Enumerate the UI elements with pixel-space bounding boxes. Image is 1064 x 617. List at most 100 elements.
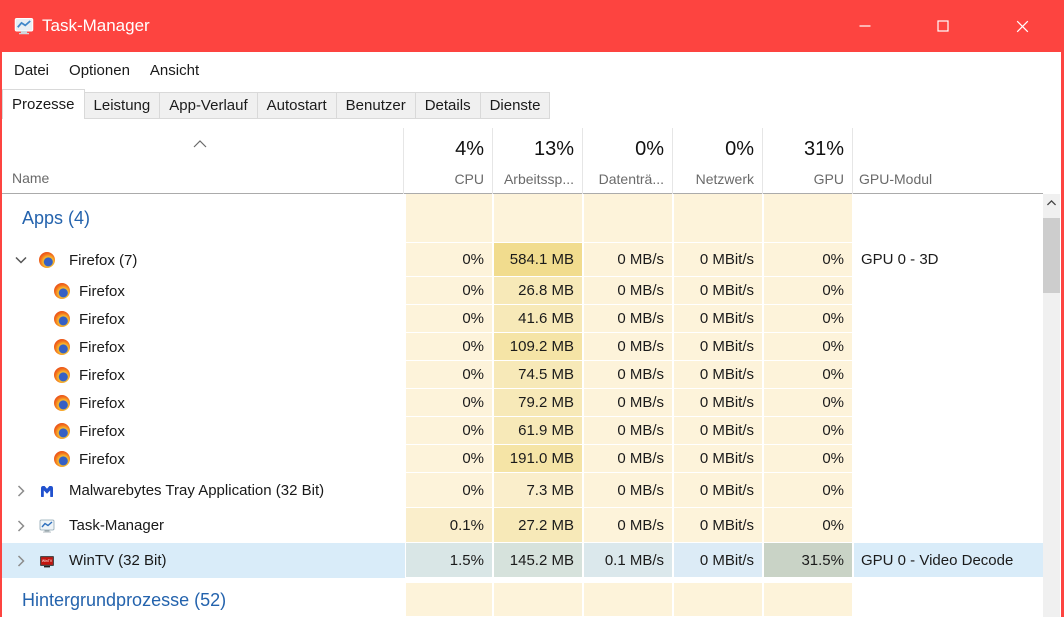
title-bar: Task-Manager [0, 0, 1064, 52]
process-row[interactable]: Firefox (7)0%584.1 MB0 MB/s0 MBit/s0%GPU… [2, 243, 1043, 277]
column-gpu-label: GPU [814, 171, 844, 187]
menu-item-ansicht[interactable]: Ansicht [140, 52, 209, 89]
disk-cell: 0 MB/s [584, 508, 674, 543]
disk-cell: 0.1 MB/s [584, 543, 674, 578]
tab-details[interactable]: Details [416, 92, 481, 119]
minimize-button[interactable] [842, 0, 888, 52]
expander-down-icon[interactable] [13, 252, 29, 268]
menu-item-optionen[interactable]: Optionen [59, 52, 140, 89]
process-name: Malwarebytes Tray Application (32 Bit) [69, 482, 324, 499]
tab-prozesse[interactable]: Prozesse [2, 89, 85, 119]
process-name: Firefox (7) [69, 252, 137, 269]
gpu-engine-cell [854, 361, 1043, 389]
name-cell: WinTVWinTV (32 Bit) [2, 543, 405, 578]
firefox-icon [54, 339, 70, 355]
memory-cell: 61.9 MB [494, 417, 584, 445]
process-row[interactable]: Firefox0%191.0 MB0 MB/s0 MBit/s0% [2, 445, 1043, 473]
network-cell [674, 194, 764, 243]
gpu-cell: 0% [764, 417, 854, 445]
tab-autostart[interactable]: Autostart [258, 92, 337, 119]
scrollbar-thumb[interactable] [1043, 218, 1060, 293]
column-disk-percent: 0% [635, 138, 664, 161]
gpu-cell: 0% [764, 333, 854, 361]
process-row[interactable]: Task-Manager0.1%27.2 MB0 MB/s0 MBit/s0% [2, 508, 1043, 543]
tab-app-verlauf[interactable]: App-Verlauf [160, 92, 257, 119]
name-cell: Firefox [2, 417, 405, 445]
process-row[interactable]: WinTVWinTV (32 Bit)1.5%145.2 MB0.1 MB/s0… [2, 543, 1043, 578]
network-cell: 0 MBit/s [674, 508, 764, 543]
disk-cell: 0 MB/s [584, 445, 674, 473]
column-disk[interactable]: 0%Datenträ... [582, 119, 672, 194]
disk-cell: 0 MB/s [584, 305, 674, 333]
name-cell: Firefox [2, 305, 405, 333]
chevron-up-icon [1045, 198, 1058, 207]
group-label: Apps (4) [22, 208, 90, 229]
group-header-row[interactable]: Hintergrundprozesse (52) [2, 583, 1043, 617]
column-network[interactable]: 0%Netzwerk [672, 119, 762, 194]
column-cpu-percent: 4% [455, 138, 484, 161]
network-cell: 0 MBit/s [674, 473, 764, 508]
name-cell: Malwarebytes Tray Application (32 Bit) [2, 473, 405, 508]
process-row[interactable]: Firefox0%74.5 MB0 MB/s0 MBit/s0% [2, 361, 1043, 389]
process-row[interactable]: Firefox0%109.2 MB0 MB/s0 MBit/s0% [2, 333, 1043, 361]
gpu-engine-cell [854, 389, 1043, 417]
process-row[interactable]: Firefox0%61.9 MB0 MB/s0 MBit/s0% [2, 417, 1043, 445]
column-cpu[interactable]: 4%CPU [403, 119, 492, 194]
column-header: Name 4%CPU13%Arbeitssp...0%Datenträ...0%… [2, 119, 1043, 194]
cpu-cell [405, 194, 494, 243]
cpu-cell: 0% [405, 445, 494, 473]
vertical-scrollbar[interactable] [1043, 194, 1060, 617]
disk-cell: 0 MB/s [584, 361, 674, 389]
process-name: Firefox [79, 367, 125, 384]
expander-right-icon[interactable] [13, 483, 29, 499]
window-title: Task-Manager [42, 16, 150, 36]
gpu-cell: 0% [764, 361, 854, 389]
gpu-cell: 0% [764, 473, 854, 508]
network-cell: 0 MBit/s [674, 277, 764, 305]
column-name[interactable]: Name [12, 170, 49, 186]
tab-benutzer[interactable]: Benutzer [337, 92, 416, 119]
menu-item-datei[interactable]: Datei [4, 52, 59, 89]
disk-cell: 0 MB/s [584, 417, 674, 445]
memory-cell: 79.2 MB [494, 389, 584, 417]
column-gpu-engine[interactable]: GPU-Modul [852, 119, 1043, 194]
column-memory[interactable]: 13%Arbeitssp... [492, 119, 582, 194]
expander-right-icon[interactable] [13, 518, 29, 534]
minimize-icon [857, 18, 873, 34]
column-memory-percent: 13% [534, 138, 574, 161]
firefox-icon [54, 423, 70, 439]
tab-leistung[interactable]: Leistung [85, 92, 161, 119]
network-cell: 0 MBit/s [674, 543, 764, 578]
network-cell: 0 MBit/s [674, 417, 764, 445]
network-cell: 0 MBit/s [674, 361, 764, 389]
network-cell: 0 MBit/s [674, 445, 764, 473]
task-manager-icon [14, 16, 34, 36]
memory-cell: 109.2 MB [494, 333, 584, 361]
expander-right-icon[interactable] [13, 553, 29, 569]
scrollbar-up-button[interactable] [1043, 194, 1060, 211]
group-header-row[interactable]: Apps (4) [2, 194, 1043, 243]
process-row[interactable]: Firefox0%41.6 MB0 MB/s0 MBit/s0% [2, 305, 1043, 333]
gpu-engine-cell [854, 277, 1043, 305]
process-row[interactable]: Firefox0%26.8 MB0 MB/s0 MBit/s0% [2, 277, 1043, 305]
network-cell: 0 MBit/s [674, 389, 764, 417]
gpu-engine-cell [854, 445, 1043, 473]
name-cell: Apps (4) [2, 194, 405, 243]
disk-cell [584, 194, 674, 243]
memory-cell: 191.0 MB [494, 445, 584, 473]
tab-strip: ProzesseLeistungApp-VerlaufAutostartBenu… [2, 89, 1062, 119]
process-row[interactable]: Firefox0%79.2 MB0 MB/s0 MBit/s0% [2, 389, 1043, 417]
firefox-icon [54, 311, 70, 327]
gpu-cell: 31.5% [764, 543, 854, 578]
gpu-cell: 0% [764, 445, 854, 473]
maximize-button[interactable] [920, 0, 966, 52]
memory-cell: 26.8 MB [494, 277, 584, 305]
sort-ascending-icon[interactable] [192, 137, 208, 149]
process-name: Firefox [79, 339, 125, 356]
column-gpu[interactable]: 31% GPU [762, 119, 852, 194]
gpu-engine-cell [854, 194, 1043, 243]
tab-dienste[interactable]: Dienste [481, 92, 551, 119]
column-gpu-percent: 31% [804, 138, 844, 161]
close-button[interactable] [999, 0, 1045, 52]
process-row[interactable]: Malwarebytes Tray Application (32 Bit) 0%… [2, 473, 1043, 508]
